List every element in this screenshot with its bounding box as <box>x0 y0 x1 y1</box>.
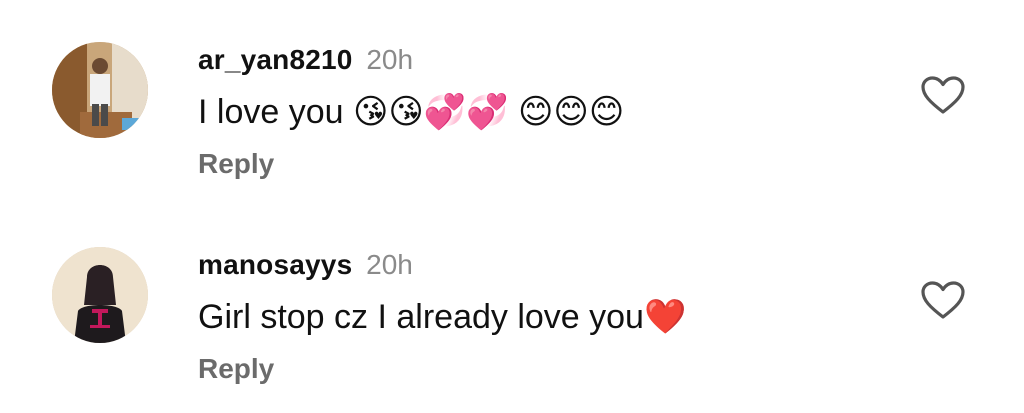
comment-meta: ar_yan8210 20h <box>198 40 413 80</box>
avatar-image <box>52 247 148 343</box>
comment-time: 20h <box>366 249 413 280</box>
heart-outline-icon <box>921 76 965 114</box>
like-button[interactable] <box>920 75 966 115</box>
heart-outline-icon <box>921 281 965 319</box>
comment-text: Girl stop cz I already love you❤️ <box>198 298 687 336</box>
reply-button[interactable]: Reply <box>198 349 274 389</box>
avatar-image <box>52 42 148 138</box>
avatar[interactable] <box>52 247 148 343</box>
comment-text: I love you 😘😘💞💞 😊😊😊 <box>198 93 625 131</box>
comments-list: ar_yan8210 20h I love you 😘😘💞💞 😊😊😊 Reply <box>0 0 1024 413</box>
comment-item: manosayys 20h Girl stop cz I already lov… <box>0 235 1024 413</box>
like-button[interactable] <box>920 280 966 320</box>
comment-time: 20h <box>366 44 414 75</box>
comment-username[interactable]: manosayys <box>198 249 352 280</box>
comment-meta: manosayys 20h <box>198 245 413 285</box>
reply-button[interactable]: Reply <box>198 144 274 184</box>
avatar[interactable] <box>52 42 148 138</box>
comment-username[interactable]: ar_yan8210 <box>198 44 353 75</box>
comment-item: ar_yan8210 20h I love you 😘😘💞💞 😊😊😊 Reply <box>0 30 1024 210</box>
